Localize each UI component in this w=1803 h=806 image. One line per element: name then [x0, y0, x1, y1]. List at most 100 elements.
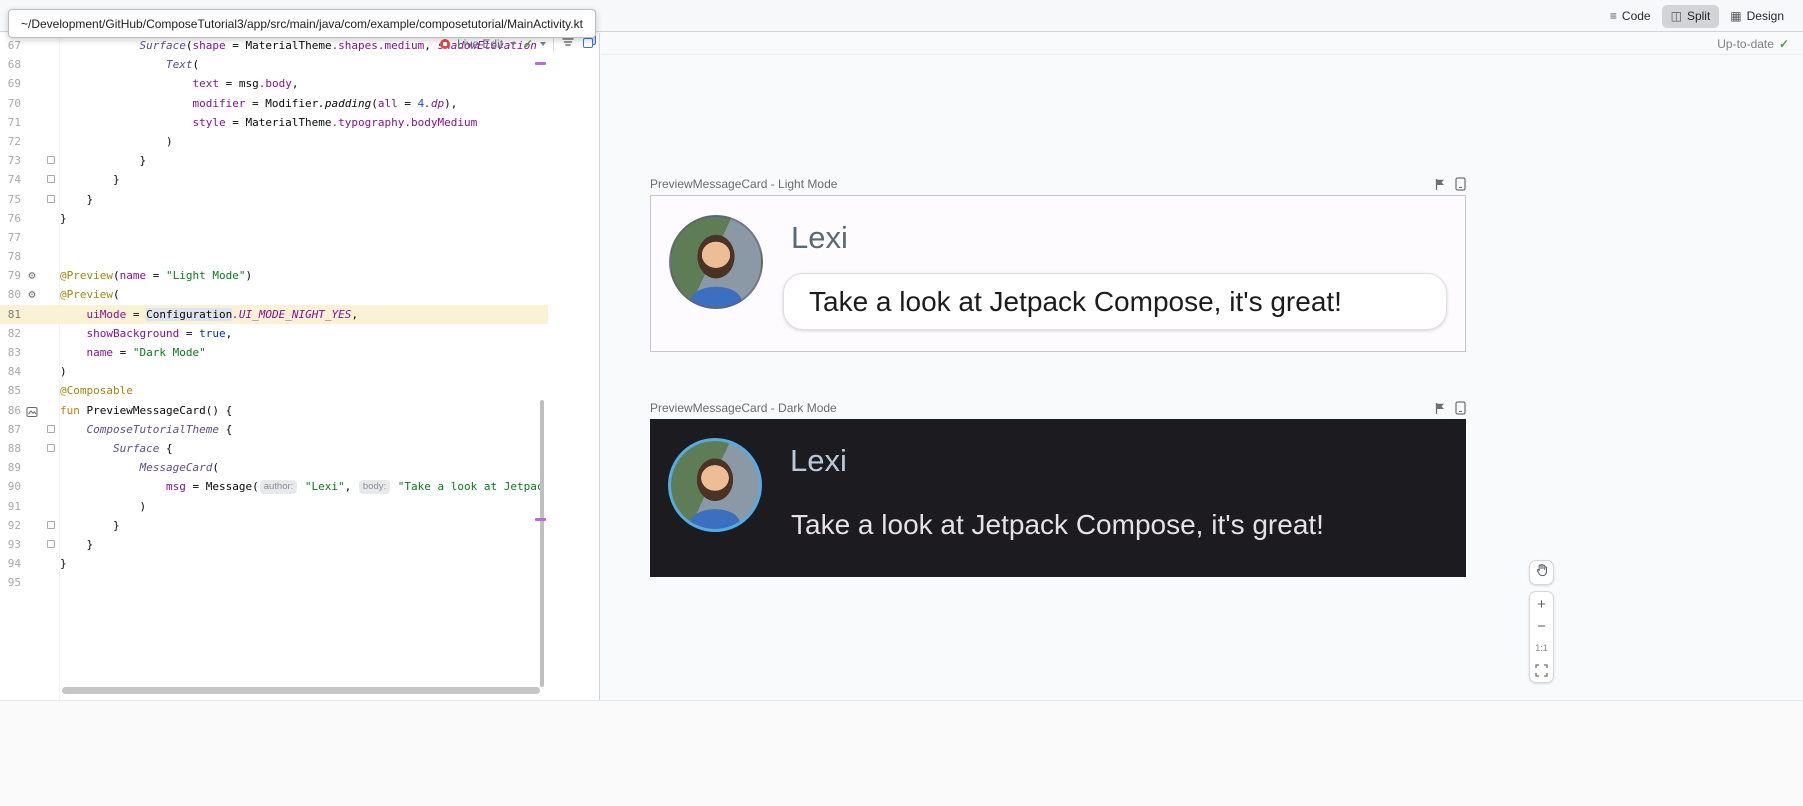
design-mode-button[interactable]: ▦ Design	[1721, 5, 1793, 28]
compose-preview-gutter-icon[interactable]	[21, 401, 43, 420]
code-lines[interactable]: 67 Surface(shape = MaterialTheme.shapes.…	[0, 36, 548, 592]
code-line-76[interactable]: 76}	[0, 209, 548, 228]
fold-spacer	[43, 94, 60, 113]
code-mode-button[interactable]: ≡ Code	[1601, 5, 1660, 28]
pan-button[interactable]	[1529, 560, 1554, 585]
code-line-90[interactable]: 90 msg = Message(author: "Lexi", body: "…	[0, 477, 548, 496]
zoom-in-button[interactable]: +	[1530, 593, 1553, 615]
light-preview-card[interactable]: Lexi Take a look at Jetpack Compose, it'…	[650, 195, 1466, 352]
code-line-87[interactable]: 87 ComposeTutorialTheme {	[0, 420, 548, 439]
code-text[interactable]: }	[60, 535, 548, 554]
code-line-73[interactable]: 73 }	[0, 151, 548, 170]
code-line-68[interactable]: 68 Text(	[0, 55, 548, 74]
code-text[interactable]: Surface {	[60, 439, 548, 458]
code-line-81[interactable]: 81 uiMode = Configuration.UI_MODE_NIGHT_…	[0, 305, 548, 324]
zoom-to-fit-button[interactable]	[1530, 659, 1553, 681]
fold-marker[interactable]	[43, 420, 60, 439]
code-text[interactable]: msg = Message(author: "Lexi", body: "Tak…	[60, 477, 548, 496]
line-number: 67	[0, 36, 21, 55]
fold-marker[interactable]	[43, 535, 60, 554]
code-text[interactable]: uiMode = Configuration.UI_MODE_NIGHT_YES…	[60, 305, 548, 324]
zoom-actual-size-button[interactable]: 1:1	[1530, 637, 1553, 659]
fold-marker[interactable]	[43, 516, 60, 535]
code-line-74[interactable]: 74 }	[0, 170, 548, 189]
fold-marker[interactable]	[43, 170, 60, 189]
code-text[interactable]: Text(	[60, 55, 548, 74]
code-text[interactable]	[60, 228, 548, 247]
fold-marker[interactable]	[43, 439, 60, 458]
code-text[interactable]: @Preview(name = "Light Mode")	[60, 266, 548, 285]
code-text[interactable]: modifier = Modifier.padding(all = 4.dp),	[60, 94, 548, 113]
editor-mode-switch: ≡ Code ◫ Split ▦ Design	[1601, 4, 1793, 28]
code-text[interactable]: showBackground = true,	[60, 324, 548, 343]
fold-spacer	[43, 477, 60, 496]
split-mode-button[interactable]: ◫ Split	[1662, 5, 1720, 28]
code-line-92[interactable]: 92 }	[0, 516, 548, 535]
file-path-popup[interactable]: ~/Development/GitHub/ComposeTutorial3/ap…	[8, 9, 596, 38]
code-text[interactable]: @Composable	[60, 381, 548, 400]
code-line-79[interactable]: 79⚙ @Preview(name = "Light Mode")	[0, 266, 548, 285]
code-line-93[interactable]: 93 }	[0, 535, 548, 554]
dark-preview-card[interactable]: Lexi Take a look at Jetpack Compose, it'…	[650, 419, 1466, 577]
code-text[interactable]: }	[60, 170, 548, 189]
code-text[interactable]	[60, 247, 548, 266]
code-text[interactable]: fun PreviewMessageCard() {	[60, 401, 548, 420]
code-line-91[interactable]: 91 )	[0, 497, 548, 516]
code-text[interactable]: }	[60, 151, 548, 170]
code-text[interactable]: }	[60, 190, 548, 209]
code-text[interactable]: )	[60, 132, 548, 151]
code-line-88[interactable]: 88 Surface {	[0, 439, 548, 458]
code-text[interactable]: @Preview(	[60, 285, 548, 304]
vertical-scrollbar[interactable]	[540, 400, 544, 687]
code-text[interactable]: )	[60, 497, 548, 516]
fold-marker[interactable]	[43, 151, 60, 170]
code-line-86[interactable]: 86fun PreviewMessageCard() {	[0, 401, 548, 420]
code-text[interactable]: ComposeTutorialTheme {	[60, 420, 548, 439]
code-line-94[interactable]: 94}	[0, 554, 548, 573]
code-line-83[interactable]: 83 name = "Dark Mode"	[0, 343, 548, 362]
deploy-to-device-icon[interactable]	[1455, 401, 1466, 415]
live-edit-label[interactable]: Live Edit	[457, 37, 503, 51]
line-number: 75	[0, 190, 21, 209]
code-line-85[interactable]: 85@Composable	[0, 381, 548, 400]
code-line-95[interactable]: 95	[0, 573, 548, 592]
preview-settings-gear-icon[interactable]: ⚙	[21, 266, 43, 285]
code-text[interactable]: }	[60, 209, 548, 228]
code-line-70[interactable]: 70 modifier = Modifier.padding(all = 4.d…	[0, 94, 548, 113]
code-line-89[interactable]: 89 MessageCard(	[0, 458, 548, 477]
chevron-down-icon[interactable]	[510, 42, 516, 46]
deploy-to-device-icon[interactable]	[1455, 177, 1466, 191]
interactive-mode-icon[interactable]	[1434, 178, 1446, 191]
horizontal-scrollbar[interactable]	[62, 687, 540, 694]
code-text[interactable]: }	[60, 516, 548, 535]
code-line-77[interactable]: 77	[0, 228, 548, 247]
code-line-71[interactable]: 71 style = MaterialTheme.typography.body…	[0, 113, 548, 132]
code-line-78[interactable]: 78	[0, 247, 548, 266]
preview-sync-status: Up-to-date	[1717, 37, 1774, 51]
chevron-down-icon[interactable]	[540, 42, 546, 46]
code-text[interactable]: MessageCard(	[60, 458, 548, 477]
code-line-84[interactable]: 84)	[0, 362, 548, 381]
code-text[interactable]	[60, 573, 548, 592]
fold-marker[interactable]	[43, 190, 60, 209]
fold-spacer	[43, 324, 60, 343]
code-line-82[interactable]: 82 showBackground = true,	[0, 324, 548, 343]
code-text[interactable]: name = "Dark Mode"	[60, 343, 548, 362]
interactive-mode-icon[interactable]	[1434, 402, 1446, 415]
gutter-spacer	[21, 439, 43, 458]
code-line-72[interactable]: 72 )	[0, 132, 548, 151]
build-status-check-icon[interactable]: ✓	[523, 37, 533, 51]
code-line-80[interactable]: 80⚙@Preview(	[0, 285, 548, 304]
code-text[interactable]: }	[60, 554, 548, 573]
preview-settings-gear-icon[interactable]: ⚙	[21, 285, 43, 304]
code-text[interactable]: style = MaterialTheme.typography.bodyMed…	[60, 113, 548, 132]
code-text[interactable]: )	[60, 362, 548, 381]
code-line-75[interactable]: 75 }	[0, 190, 548, 209]
zoom-out-button[interactable]: −	[1530, 615, 1553, 637]
code-line-69[interactable]: 69 text = msg.body,	[0, 74, 548, 93]
preview-status-bar: Up-to-date ✓	[601, 33, 1803, 55]
code-editor-pane[interactable]: 67 Surface(shape = MaterialTheme.shapes.…	[0, 33, 600, 700]
line-number: 89	[0, 458, 21, 477]
line-number: 79	[0, 266, 21, 285]
code-text[interactable]: text = msg.body,	[60, 74, 548, 93]
